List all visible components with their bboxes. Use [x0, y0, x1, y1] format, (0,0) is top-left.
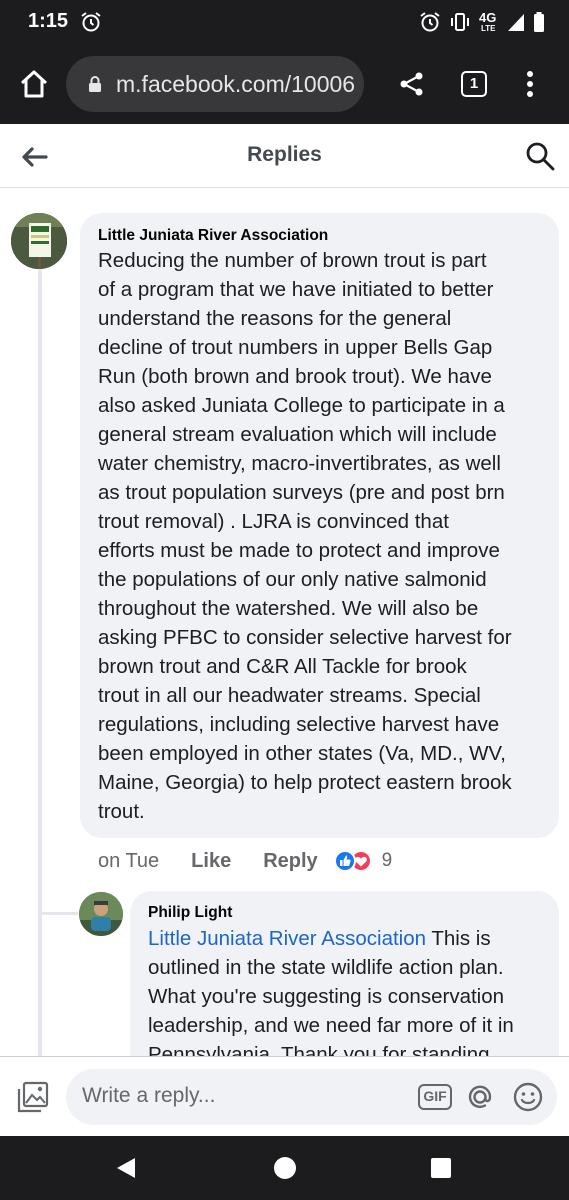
battery-icon	[534, 12, 544, 32]
reaction-count: 9	[381, 850, 393, 871]
status-time: 1:15	[28, 10, 69, 32]
comment-timestamp[interactable]: on Tue	[98, 850, 159, 873]
reply-input[interactable]: Write a reply... GIF	[66, 1069, 557, 1125]
comment-text: Little Juniata River Association This is…	[148, 927, 514, 1066]
comment-author[interactable]: Philip Light	[148, 904, 232, 922]
avatar-image	[11, 213, 67, 269]
alarm-icon	[420, 12, 440, 32]
nav-back-icon[interactable]	[115, 1156, 137, 1180]
reply-button[interactable]: Reply	[263, 850, 317, 873]
avatar-image	[79, 892, 123, 936]
status-bar: 1:15 4G LTE	[0, 0, 569, 44]
tab-switcher-button[interactable]: 1	[461, 71, 487, 97]
comment-bubble: Little Juniata River Association Reducin…	[80, 213, 559, 838]
avatar[interactable]	[79, 892, 123, 936]
like-reaction-icon	[333, 850, 356, 872]
like-button[interactable]: Like	[191, 850, 231, 873]
emoji-icon[interactable]	[512, 1081, 544, 1113]
signal-icon	[508, 14, 524, 31]
share-icon[interactable]	[398, 70, 426, 98]
network-type: 4G LTE	[479, 10, 497, 33]
address-bar[interactable]: m.facebook.com/10006	[66, 56, 364, 112]
replies-header: Replies	[0, 124, 569, 188]
mention-link[interactable]: Little Juniata River Association	[148, 927, 426, 950]
nav-recents-icon[interactable]	[431, 1158, 451, 1178]
thread-line	[38, 268, 42, 1058]
thread-branch	[38, 912, 78, 915]
comment-actions: on Tue Like Reply 9	[98, 847, 392, 875]
more-menu-icon[interactable]	[520, 68, 540, 100]
avatar[interactable]	[11, 213, 67, 269]
alarm-icon	[81, 12, 101, 32]
page-title: Replies	[247, 143, 322, 166]
comment-text: Reducing the number of brown trout is pa…	[98, 249, 512, 823]
system-nav-bar	[0, 1136, 569, 1200]
reply-composer: Write a reply... GIF	[0, 1056, 569, 1136]
reply-placeholder: Write a reply...	[82, 1084, 216, 1107]
comment-author[interactable]: Little Juniata River Association	[98, 227, 328, 245]
url-text: m.facebook.com/10006	[116, 71, 356, 97]
mention-icon[interactable]	[464, 1081, 496, 1113]
gif-button[interactable]: GIF	[418, 1084, 452, 1110]
vibrate-icon	[451, 13, 469, 31]
home-icon[interactable]	[18, 68, 50, 100]
lock-icon	[89, 76, 101, 92]
browser-toolbar: m.facebook.com/10006 1	[0, 44, 569, 124]
search-icon[interactable]	[524, 140, 556, 172]
status-icons: 4G LTE	[419, 9, 545, 35]
photo-icon[interactable]	[16, 1080, 50, 1114]
reaction-summary[interactable]: 9	[333, 850, 393, 872]
nav-home-icon[interactable]	[274, 1157, 296, 1179]
